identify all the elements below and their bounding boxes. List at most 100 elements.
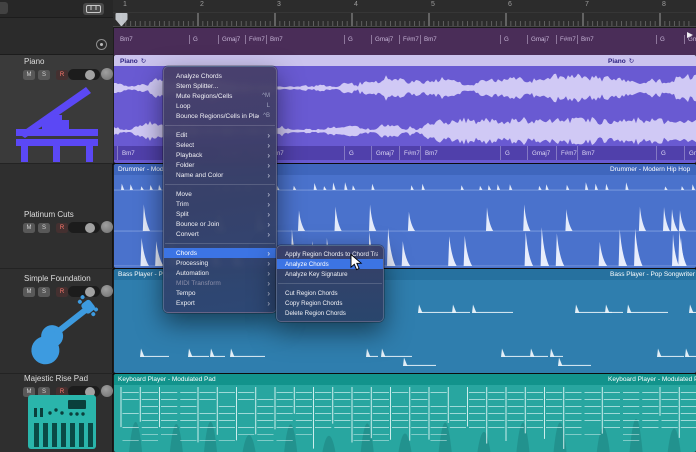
menu-item-shortcut: L bbox=[267, 103, 270, 109]
slider-thumb[interactable] bbox=[85, 223, 95, 233]
region-header[interactable]: Piano↻ Piano↻ bbox=[114, 55, 696, 66]
menu-item-bounce-or-join[interactable]: Bounce or Join› bbox=[164, 219, 276, 229]
chord-boundary-tick bbox=[527, 146, 528, 160]
menu-item-chords[interactable]: Chords› bbox=[164, 248, 276, 258]
menu-item-label: Analyze Chords bbox=[176, 73, 270, 80]
chord-track-disclosure-icon[interactable] bbox=[96, 39, 107, 50]
region-header[interactable]: Keyboard Player - Modulated Pad Keyboard… bbox=[114, 374, 696, 385]
track-header-platinum-cuts[interactable]: Platinum Cuts M S R bbox=[0, 163, 113, 268]
pan-knob[interactable] bbox=[101, 221, 113, 233]
chord-label: Bm7 bbox=[117, 35, 133, 44]
pan-knob[interactable] bbox=[101, 68, 113, 80]
menu-item-stem-splitter[interactable]: Stem Splitter... bbox=[164, 81, 276, 91]
chord-boundary-tick bbox=[399, 146, 400, 160]
submenu-arrow-icon: › bbox=[267, 171, 270, 180]
submenu-item-analyze-chords[interactable]: Analyze Chords bbox=[277, 259, 383, 269]
logic-pro-tracks-window: Piano M S R Platinum Cuts bbox=[0, 0, 696, 452]
menu-item-mute-regions-cells[interactable]: Mute Regions/Cells^M bbox=[164, 91, 276, 101]
global-tracks-header bbox=[0, 18, 113, 55]
volume-slider[interactable] bbox=[68, 222, 100, 233]
track-header-piano[interactable]: Piano M S R bbox=[0, 55, 113, 163]
chord-label: Gmaj7 bbox=[371, 35, 393, 44]
submenu-arrow-icon: › bbox=[267, 210, 270, 219]
menu-item-automation[interactable]: Automation› bbox=[164, 268, 276, 278]
chord-boundary-tick bbox=[577, 146, 578, 160]
menu-item-label: Apply Region Chords to Chord Track bbox=[285, 251, 378, 258]
menu-item-processing[interactable]: Processing› bbox=[164, 258, 276, 268]
menu-item-analyze-chords[interactable]: Analyze Chords bbox=[164, 71, 276, 81]
region-name: Piano bbox=[120, 58, 138, 65]
menu-item-export[interactable]: Export› bbox=[164, 298, 276, 308]
menu-item-label: Processing bbox=[176, 260, 263, 267]
chord-label: F#m7 bbox=[556, 35, 576, 44]
pan-knob[interactable] bbox=[101, 385, 113, 397]
solo-button[interactable]: S bbox=[38, 70, 50, 80]
track-list-sidebar: Piano M S R Platinum Cuts bbox=[0, 0, 113, 452]
volume-slider[interactable] bbox=[68, 69, 100, 80]
record-button[interactable]: R bbox=[56, 223, 68, 233]
chord-boundary-tick bbox=[656, 146, 657, 160]
chord-label: F#m7 bbox=[558, 149, 577, 158]
chord-label: G bbox=[500, 35, 509, 44]
mute-button[interactable]: M bbox=[23, 223, 35, 233]
submenu-item-analyze-key-signature[interactable]: Analyze Key Signature bbox=[277, 269, 383, 279]
region-name: Piano bbox=[608, 58, 626, 65]
menu-item-trim[interactable]: Trim› bbox=[164, 199, 276, 209]
slider-thumb[interactable] bbox=[85, 70, 95, 80]
menu-separator bbox=[278, 283, 382, 284]
menu-item-label: Split bbox=[176, 211, 263, 218]
keyboard-icon bbox=[86, 5, 101, 13]
chord-track[interactable]: Bm7GGmaj7F#m7Bm7GGmaj7F#m7Bm7GGmaj7F#m7B… bbox=[114, 27, 696, 55]
menu-item-convert[interactable]: Convert› bbox=[164, 229, 276, 239]
synth-keyboard-icon bbox=[26, 393, 100, 451]
toolbar-partial-button[interactable] bbox=[0, 2, 8, 14]
menu-item-split[interactable]: Split › bbox=[164, 209, 276, 219]
menu-item-shortcut: ^M bbox=[262, 93, 270, 99]
mouse-cursor bbox=[350, 254, 364, 272]
menu-item-label: Export bbox=[176, 300, 263, 307]
solo-button[interactable]: S bbox=[38, 223, 50, 233]
record-button[interactable]: R bbox=[56, 70, 68, 80]
submenu-item-copy-region-chords[interactable]: Copy Region Chords bbox=[277, 298, 383, 308]
submenu-arrow-icon: › bbox=[267, 249, 270, 258]
menu-item-folder[interactable]: Folder› bbox=[164, 160, 276, 170]
submenu-item-apply-region-chords-to-chord-track[interactable]: Apply Region Chords to Chord Track bbox=[277, 249, 383, 259]
mute-button[interactable]: M bbox=[23, 70, 35, 80]
chord-label: Bm7 bbox=[420, 35, 437, 44]
menu-item-label: Playback bbox=[176, 152, 263, 159]
submenu-arrow-icon: › bbox=[267, 131, 270, 140]
menu-item-loop[interactable]: LoopL bbox=[164, 101, 276, 111]
menu-item-label: Name and Color bbox=[176, 172, 263, 179]
musical-typing-button[interactable] bbox=[83, 3, 104, 15]
menu-item-bounce-regions-cells-in-place[interactable]: Bounce Regions/Cells in Place... ^B bbox=[164, 111, 276, 121]
menu-item-label: Bounce Regions/Cells in Place... bbox=[176, 113, 259, 120]
menu-item-label: Analyze Chords bbox=[285, 261, 378, 268]
chord-label: Bm7 bbox=[579, 149, 595, 158]
chord-boundary-tick bbox=[117, 146, 118, 160]
menu-item-label: Select bbox=[176, 142, 263, 149]
region-keyboard[interactable]: Keyboard Player - Modulated Pad Keyboard… bbox=[114, 374, 696, 452]
pan-knob[interactable] bbox=[101, 285, 113, 297]
track-header-simple-foundation[interactable]: Simple Foundation M S R bbox=[0, 268, 113, 373]
menu-item-move[interactable]: Move› bbox=[164, 189, 276, 199]
chord-boundary-tick bbox=[500, 146, 501, 160]
menu-item-select[interactable]: Select› bbox=[164, 140, 276, 150]
chord-label: Bm7 bbox=[266, 35, 283, 44]
submenu-item-delete-region-chords[interactable]: Delete Region Chords bbox=[277, 308, 383, 318]
track-name: Simple Foundation bbox=[24, 274, 91, 283]
menu-item-label: Tempo bbox=[176, 290, 263, 297]
track-header-majestic-rise-pad[interactable]: Majestic Rise Pad M S R bbox=[0, 373, 113, 452]
menu-item-tempo[interactable]: Tempo› bbox=[164, 288, 276, 298]
menu-item-edit[interactable]: Edit› bbox=[164, 130, 276, 140]
menu-item-name-and-color[interactable]: Name and Color › bbox=[164, 170, 276, 180]
playhead-marker[interactable] bbox=[113, 0, 696, 27]
menu-item-label: Folder bbox=[176, 162, 263, 169]
menu-item-midi-transform[interactable]: MIDI Transform› bbox=[164, 278, 276, 288]
menu-item-shortcut: ^B bbox=[263, 113, 270, 119]
submenu-arrow-icon: › bbox=[267, 151, 270, 160]
submenu-item-cut-region-chords[interactable]: Cut Region Chords bbox=[277, 288, 383, 298]
grand-piano-icon bbox=[6, 84, 108, 162]
submenu-arrow-icon: › bbox=[267, 279, 270, 288]
menu-item-playback[interactable]: Playback › bbox=[164, 150, 276, 160]
bar-ruler[interactable]: 12345678 bbox=[113, 0, 696, 27]
